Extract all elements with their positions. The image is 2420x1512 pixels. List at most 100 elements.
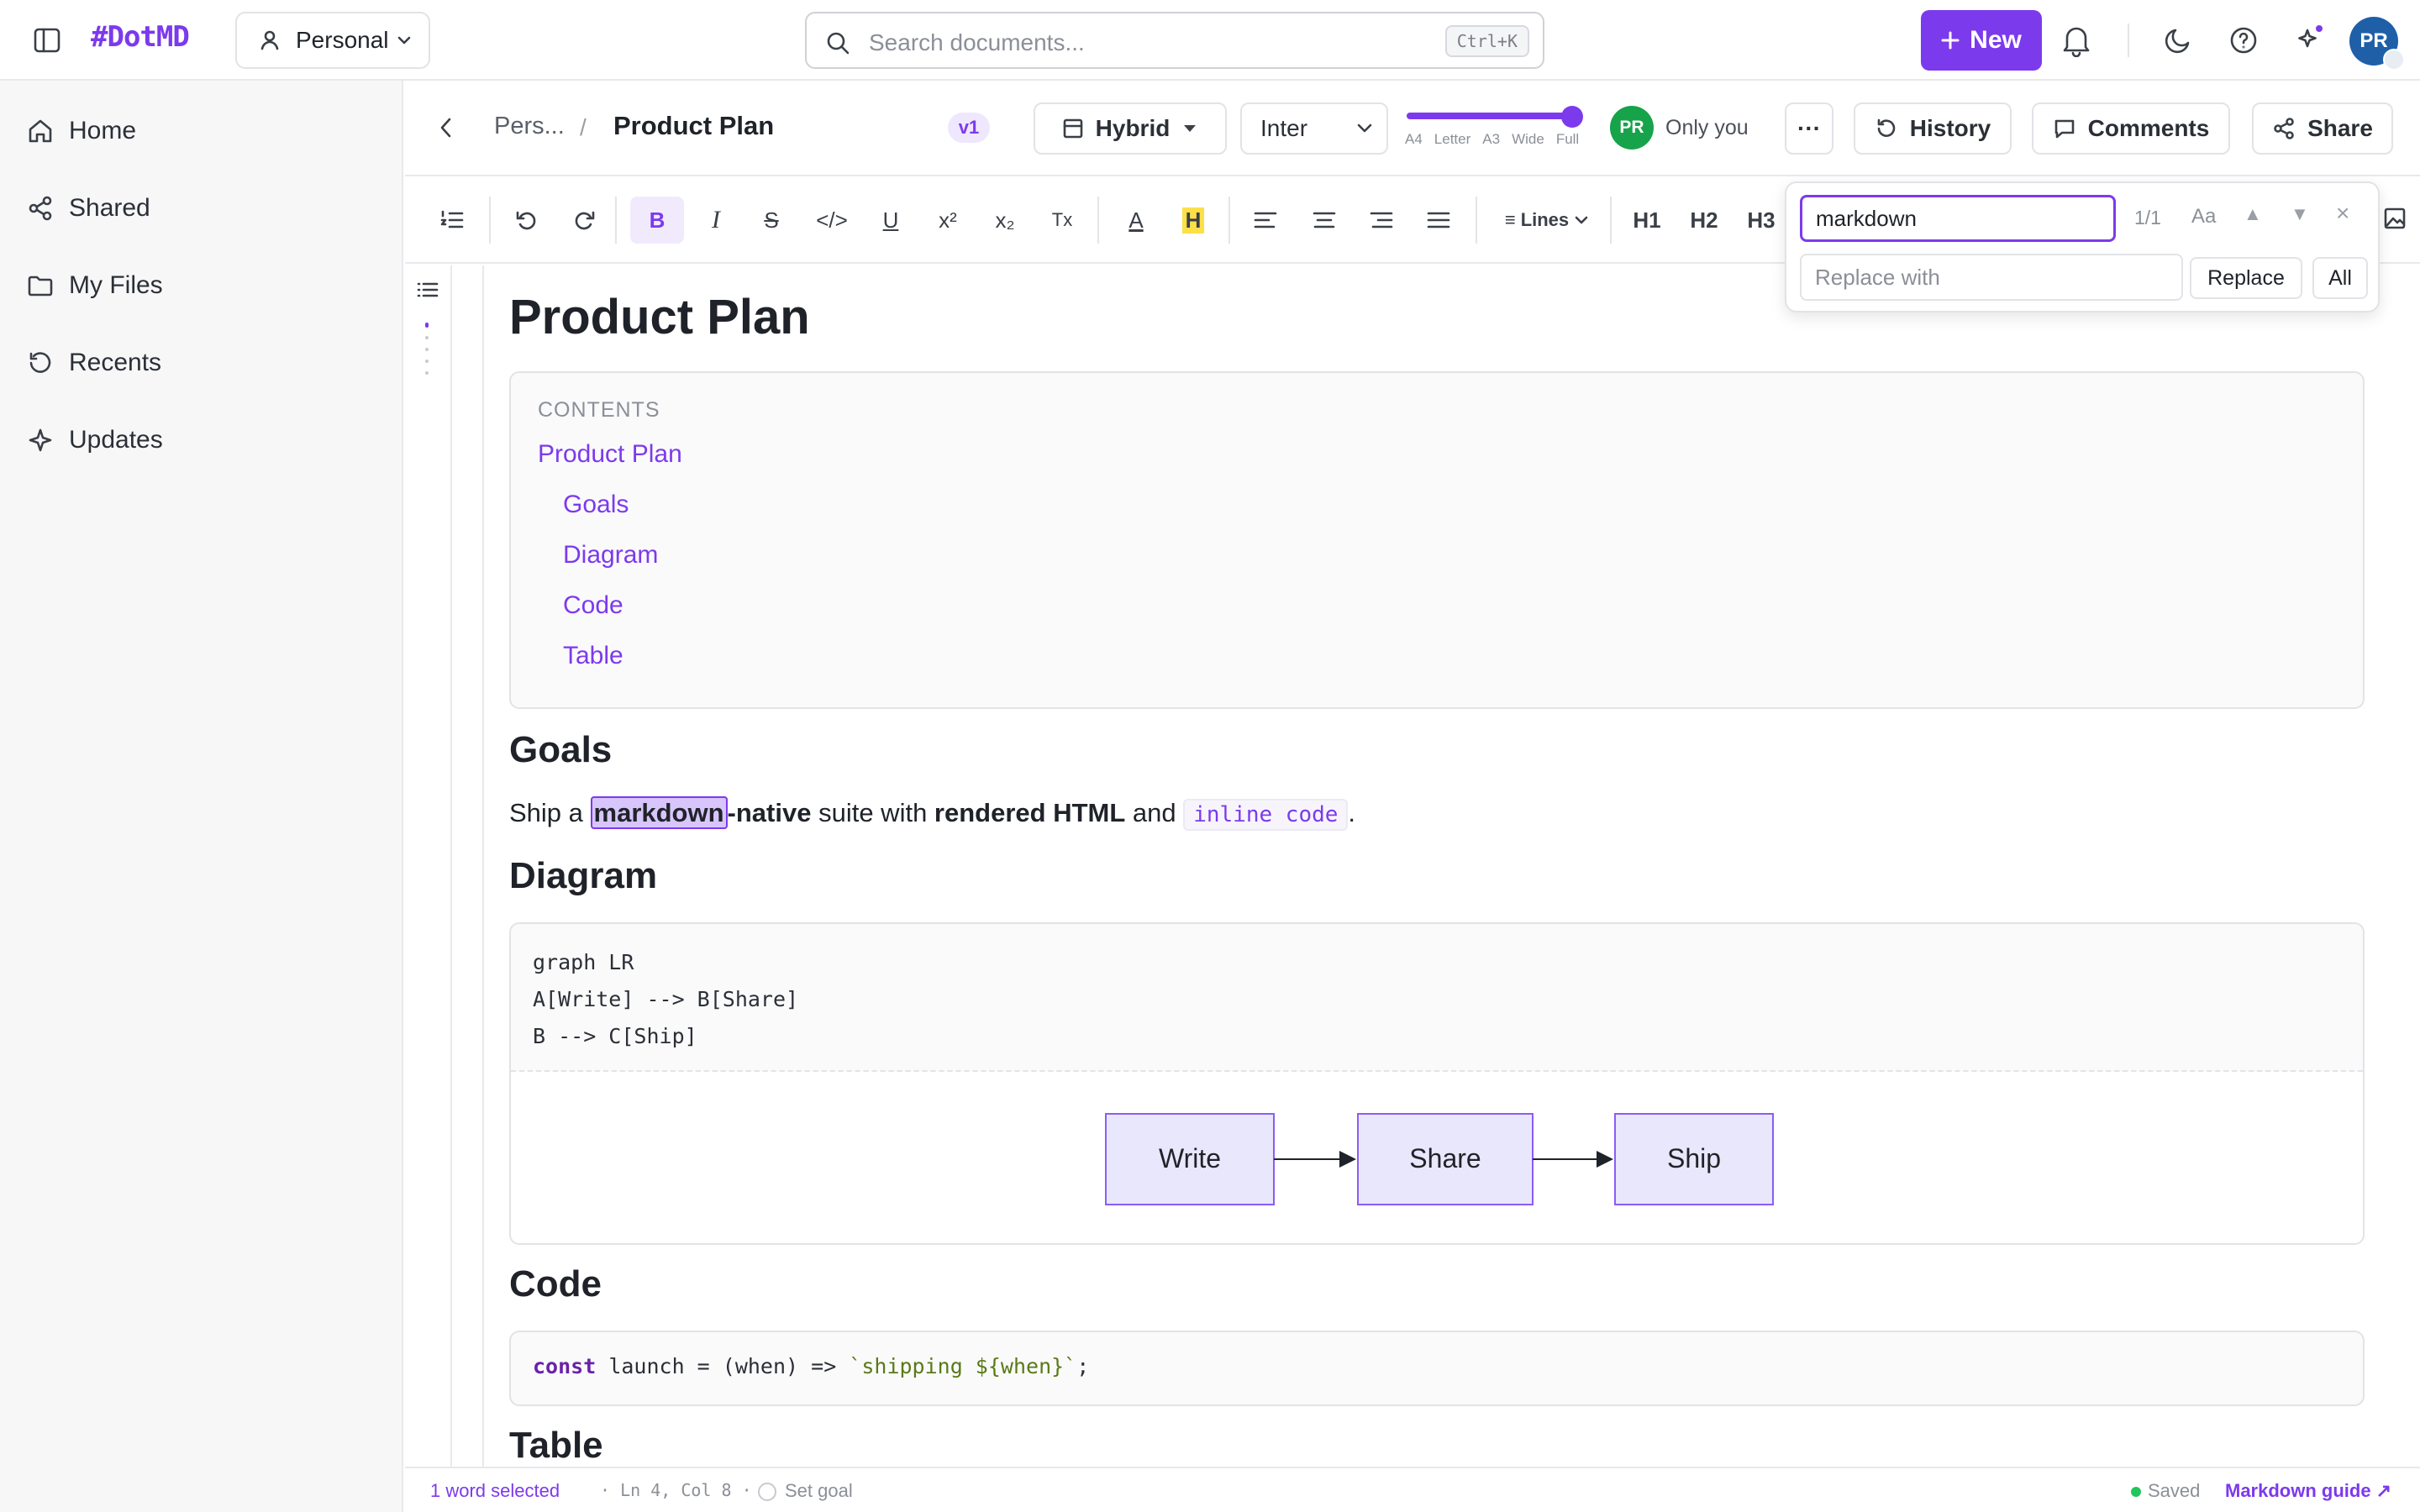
toolbar-divider [615,197,617,244]
section-heading-goals: Goals [509,729,613,770]
mermaid-diagram-block[interactable]: graph LR A[Write] --> B[Share] B --> C[S… [509,922,2365,1245]
section-heading-diagram: Diagram [509,855,658,896]
more-options-button[interactable]: ··· [1785,102,1833,155]
italic-button[interactable]: I [697,197,734,244]
collaborator-avatar[interactable]: PR [1610,106,1654,150]
code-string: `shipping ${when}` [849,1354,1077,1378]
width-label-letter[interactable]: Letter [1434,131,1470,148]
code-block[interactable]: const launch = (when) => `shipping ${whe… [509,1331,2365,1406]
share-label: Share [2307,115,2373,141]
diagram-source[interactable]: graph LR A[Write] --> B[Share] B --> C[S… [511,924,2363,1072]
text-run: Ship a [509,798,591,827]
new-document-button[interactable]: New [1921,10,2042,71]
page-width-labels: A4 Letter A3 Wide Full [1405,131,1590,148]
help-icon[interactable] [2228,25,2259,55]
history-button[interactable]: History [1854,102,2012,155]
subscript-button[interactable]: x₂ [986,197,1023,244]
sidebar-item-my-files[interactable]: My Files [27,260,163,311]
sidebar-toggle-icon[interactable] [32,25,62,55]
text-color-button[interactable]: A [1118,197,1155,244]
width-label-a3[interactable]: A3 [1482,131,1500,148]
set-goal-button[interactable]: Set goal [758,1480,853,1502]
ai-sparkle-icon[interactable] [2294,24,2326,55]
sidebar-item-updates[interactable]: Updates [27,415,163,465]
highlight-button[interactable]: H [1175,197,1212,244]
slider-handle[interactable] [1561,106,1583,128]
replace-all-button[interactable]: All [2312,257,2368,299]
document-title[interactable]: Product Plan [613,111,774,141]
workspace-switcher[interactable]: Personal [235,12,430,69]
superscript-button[interactable]: x² [929,197,966,244]
chevron-down-icon [1574,215,1589,225]
code-button[interactable]: </> [808,197,855,244]
undo-icon[interactable] [508,197,544,244]
section-heading-table: Table [509,1425,603,1466]
heading-2-button[interactable]: H2 [1684,197,1724,244]
toolbar-divider [489,197,491,244]
outline-markers [425,323,429,383]
toc-link[interactable]: Table [563,642,623,670]
app-logo[interactable]: #DotMD [91,20,190,54]
version-badge[interactable]: v1 [948,113,990,143]
view-mode-dropdown[interactable]: Hybrid [1034,102,1227,155]
align-left-icon[interactable] [1247,197,1284,244]
toc-link[interactable]: Diagram [563,541,658,570]
text-run: . [1348,798,1356,827]
heading-1-button[interactable]: H1 [1627,197,1667,244]
sidebar-item-label: Home [69,117,137,144]
markdown-guide-link[interactable]: Markdown guide ↗ [2225,1480,2391,1502]
comments-label: Comments [2087,115,2210,141]
width-label-full[interactable]: Full [1556,131,1579,148]
heading-3-button[interactable]: H3 [1741,197,1781,244]
bold-button[interactable]: B [630,197,684,244]
chevron-down-icon [1356,123,1373,134]
text-run: suite with [811,798,934,827]
sidebar-item-home[interactable]: Home [27,106,136,156]
dark-mode-moon-icon[interactable] [2163,25,2193,55]
strikethrough-button[interactable]: S [753,197,790,244]
previous-match-icon[interactable]: ▲ [2244,203,2262,225]
clear-format-button[interactable]: Tx [1044,197,1081,244]
code-text: launch = (when) => [596,1354,850,1378]
width-label-a4[interactable]: A4 [1405,131,1423,148]
user-avatar[interactable]: PR [2349,17,2405,71]
toc-link[interactable]: Code [563,591,623,620]
underline-button[interactable]: U [872,197,909,244]
section-heading-code: Code [509,1263,602,1305]
font-select[interactable]: Inter [1240,102,1388,155]
align-center-icon[interactable] [1306,197,1343,244]
search-bar[interactable]: Search documents... Ctrl+K [805,12,1544,69]
next-match-icon[interactable]: ▼ [2291,203,2309,225]
notifications-bell-icon[interactable] [2060,24,2092,57]
breadcrumb[interactable]: Pers... [494,113,565,140]
line-spacing-dropdown[interactable]: ≡ Lines [1496,197,1598,244]
align-right-icon[interactable] [1363,197,1400,244]
toc-link[interactable]: Goals [563,491,629,519]
outline-list-icon[interactable] [417,281,439,299]
search-placeholder: Search documents... [869,29,1085,55]
workspace-name: Personal [296,27,389,53]
justify-icon[interactable] [1420,197,1457,244]
page-width-slider[interactable]: A4 Letter A3 Wide Full [1405,106,1583,156]
replace-button[interactable]: Replace [2190,257,2302,299]
share-icon [2272,117,2296,140]
numbered-list-icon[interactable] [434,197,471,244]
sidebar-item-recents[interactable]: Recents [27,338,161,388]
diagram-render: Write Share Ship [1105,1113,1774,1205]
image-icon[interactable] [2383,207,2407,230]
width-label-wide[interactable]: Wide [1512,131,1544,148]
goal-icon [758,1483,776,1502]
table-of-contents: CONTENTS Product Plan Goals Diagram Code… [509,371,2365,709]
share-button[interactable]: Share [2252,102,2393,155]
view-mode-label: Hybrid [1095,115,1171,141]
match-case-toggle[interactable]: Aa [2191,205,2216,228]
redo-icon[interactable] [566,197,603,244]
toc-label: CONTENTS [538,398,660,422]
comments-button[interactable]: Comments [2032,102,2230,155]
toc-link[interactable]: Product Plan [538,440,682,469]
close-icon[interactable]: × [2336,200,2349,227]
back-chevron-icon[interactable] [437,113,455,143]
sidebar-item-shared[interactable]: Shared [27,183,150,234]
replace-input[interactable]: Replace with [1800,254,2183,301]
find-input[interactable]: markdown [1800,195,2116,242]
